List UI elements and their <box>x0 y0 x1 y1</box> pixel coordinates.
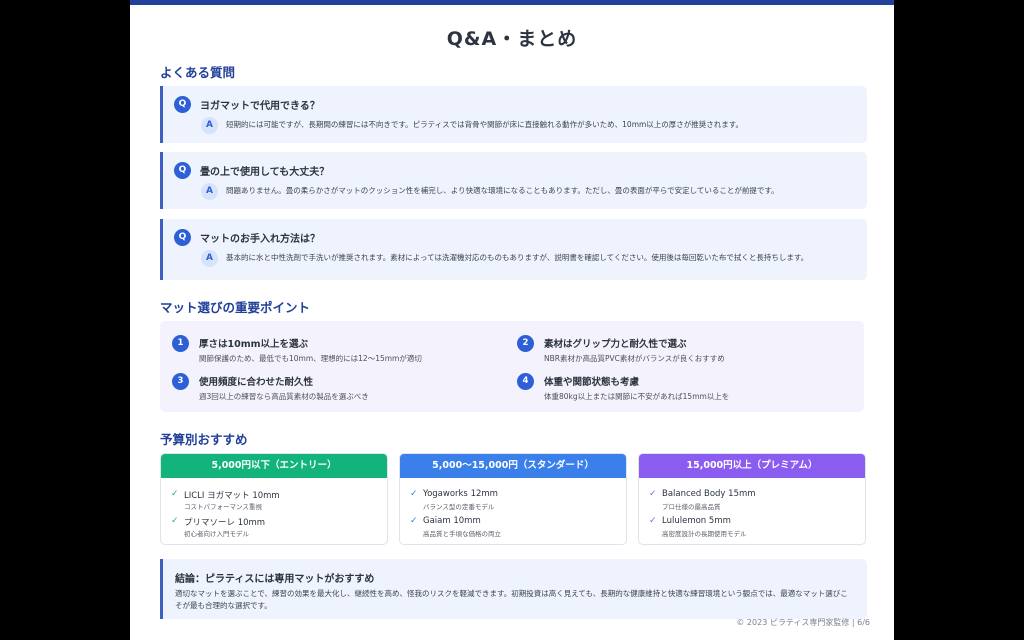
point-desc: 体重80kg以上または関節に不安があれば15mm以上を <box>544 392 730 401</box>
points-heading: マット選びの重要ポイント <box>160 300 311 315</box>
product-desc: バランス型の定番モデル <box>423 503 495 511</box>
point-number: 2 <box>517 335 534 352</box>
footer-credit: © 2023 ピラティス専門家監修 | 6/6 <box>736 618 870 627</box>
check-icon: ✓ <box>171 489 179 499</box>
answer-badge: A <box>201 117 218 134</box>
conclusion-box: 結論：ピラティスには専用マットがおすすめ 適切なマットを選ぶことで、練習の効果を… <box>160 559 867 619</box>
point-number: 1 <box>172 335 189 352</box>
faq-item: Q ヨガマットで代用できる？ A 短期的には可能ですが、長期間の練習には不向きで… <box>160 86 867 143</box>
product-desc: 高品質と手頃な価格の両立 <box>423 530 501 538</box>
product-name: LICLI ヨガマット 10mm <box>184 491 280 501</box>
product-desc: コストパフォーマンス重視 <box>184 503 262 511</box>
product-desc: 初心者向け入門モデル <box>184 530 249 538</box>
points-panel: 1 厚さは10mm以上を選ぶ 関節保護のため、最低でも10mm、理想的には12〜… <box>160 321 864 412</box>
budget-card-standard: 5,000〜15,000円（スタンダード） ✓ Yogaworks 12mm バ… <box>399 453 627 545</box>
budget-header: 15,000円以上（プレミアム） <box>639 454 865 478</box>
slide: Q&A・まとめ よくある質問 Q ヨガマットで代用できる？ A 短期的には可能で… <box>130 0 894 640</box>
answer-badge: A <box>201 250 218 267</box>
check-icon: ✓ <box>410 516 418 526</box>
check-icon: ✓ <box>649 516 657 526</box>
point-number: 3 <box>172 373 189 390</box>
product-name: Balanced Body 15mm <box>662 489 756 499</box>
budget-heading: 予算別おすすめ <box>160 432 248 447</box>
product-name: Lululemon 5mm <box>662 516 731 526</box>
point-title: 厚さは10mm以上を選ぶ <box>199 339 309 350</box>
product-name: プリマソーレ 10mm <box>184 518 266 528</box>
question-badge: Q <box>174 96 191 113</box>
faq-question: ヨガマットで代用できる？ <box>200 101 320 112</box>
conclusion-body: 適切なマットを選ぶことで、練習の効果を最大化し、継続性を高め、怪我のリスクを軽減… <box>175 589 848 610</box>
point-title: 素材はグリップ力と耐久性で選ぶ <box>544 339 687 350</box>
question-badge: Q <box>174 229 191 246</box>
product-name: Gaiam 10mm <box>423 516 481 526</box>
answer-badge: A <box>201 183 218 200</box>
top-accent-bar <box>130 0 894 5</box>
point-desc: NBR素材か高品質PVC素材がバランスが良くおすすめ <box>544 354 725 363</box>
point-title: 体重や関節状態も考慮 <box>544 377 640 388</box>
product-desc: プロ仕様の最高品質 <box>662 503 721 511</box>
budget-card-premium: 15,000円以上（プレミアム） ✓ Balanced Body 15mm プロ… <box>638 453 866 545</box>
page-title: Q&A・まとめ <box>446 28 578 50</box>
budget-card-entry: 5,000円以下（エントリー） ✓ LICLI ヨガマット 10mm コストパフ… <box>160 453 388 545</box>
point-desc: 週3回以上の練習なら高品質素材の製品を選ぶべき <box>199 392 369 401</box>
faq-answer: 短期的には可能ですが、長期間の練習には不向きです。ピラティスでは背骨や関節が床に… <box>226 120 744 129</box>
faq-question: マットのお手入れ方法は？ <box>200 234 320 245</box>
point-number: 4 <box>517 373 534 390</box>
check-icon: ✓ <box>410 489 418 499</box>
budget-header: 5,000〜15,000円（スタンダード） <box>400 454 626 478</box>
budget-header: 5,000円以下（エントリー） <box>161 454 387 478</box>
check-icon: ✓ <box>171 516 179 526</box>
question-badge: Q <box>174 162 191 179</box>
faq-item: Q 畳の上で使用しても大丈夫？ A 問題ありません。畳の柔らかさがマットのクッシ… <box>160 152 867 209</box>
point-title: 使用頻度に合わせた耐久性 <box>199 377 314 388</box>
conclusion-title: 結論：ピラティスには専用マットがおすすめ <box>175 574 375 585</box>
faq-question: 畳の上で使用しても大丈夫？ <box>200 167 330 178</box>
faq-answer: 基本的に水と中性洗剤で手洗いが推奨されます。素材によっては洗濯機対応のものもあり… <box>226 253 809 262</box>
faq-item: Q マットのお手入れ方法は？ A 基本的に水と中性洗剤で手洗いが推奨されます。素… <box>160 219 867 280</box>
check-icon: ✓ <box>649 489 657 499</box>
faq-answer: 問題ありません。畳の柔らかさがマットのクッション性を補完し、より快適な環境になる… <box>226 186 779 195</box>
point-desc: 関節保護のため、最低でも10mm、理想的には12〜15mmが適切 <box>199 354 422 363</box>
faq-heading: よくある質問 <box>160 65 236 80</box>
product-name: Yogaworks 12mm <box>423 489 498 499</box>
product-desc: 高密度設計の長期使用モデル <box>662 530 747 538</box>
